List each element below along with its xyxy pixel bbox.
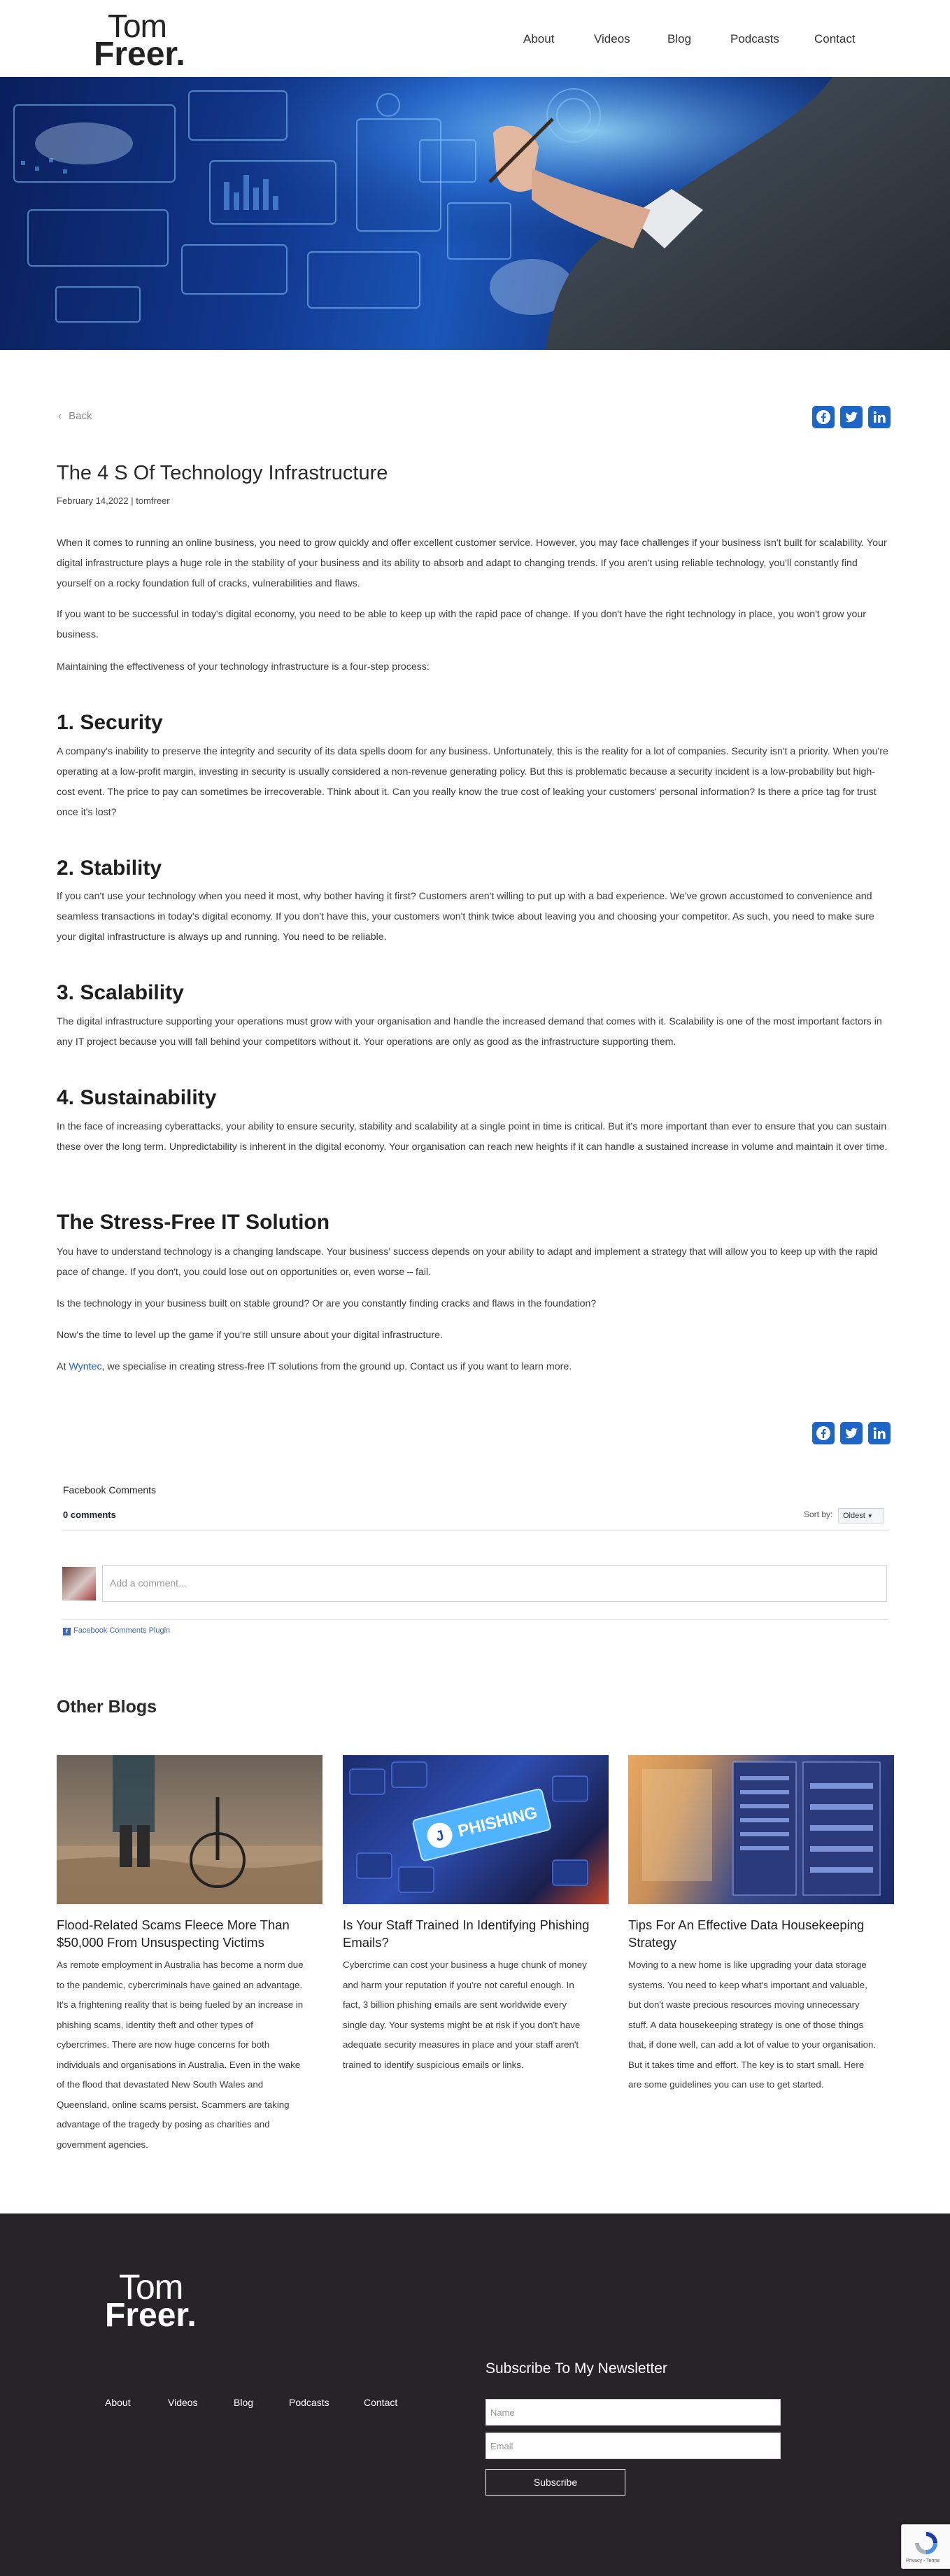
card-title-phishing[interactable]: Is Your Staff Trained In Identifying Phi… [343, 1916, 609, 1951]
chevron-down-icon: ▼ [867, 1513, 873, 1519]
back-link[interactable]: ‹ Back [58, 410, 92, 422]
plugin-label: Facebook Comments Plugin [73, 1626, 171, 1635]
footer-nav-videos[interactable]: Videos [168, 2397, 198, 2408]
closing-suffix: , we specialise in creating stress-free … [101, 1361, 572, 1372]
site-header: Tom Freer. About Videos Blog Podcasts Co… [0, 0, 950, 77]
newsletter-title: Subscribe To My Newsletter [485, 2360, 667, 2377]
email-field[interactable]: Email [485, 2433, 781, 2459]
footer-logo-line-2: Freer. [105, 2297, 197, 2334]
nav-contact[interactable]: Contact [814, 32, 856, 46]
solution-paragraph-1: You have to understand technology is a c… [57, 1246, 878, 1278]
name-field[interactable]: Name [485, 2399, 781, 2426]
nav-about[interactable]: About [523, 32, 554, 46]
recaptcha-icon [915, 2532, 937, 2554]
logo-line-2: Freer. [94, 36, 185, 73]
intro-paragraph-3: Maintaining the effectiveness of your te… [57, 661, 430, 673]
card-title-data[interactable]: Tips For An Effective Data Housekeeping … [628, 1916, 894, 1951]
footer-nav-podcasts[interactable]: Podcasts [289, 2397, 329, 2408]
section-text-sustainability: In the face of increasing cyberattacks, … [57, 1121, 888, 1153]
footer-nav-blog[interactable]: Blog [234, 2397, 253, 2408]
card-text-data: Moving to a new home is like upgrading y… [628, 1959, 877, 2090]
facebook-icon[interactable] [812, 406, 835, 428]
post-meta: February 14,2022 | tomfreer [57, 495, 170, 506]
card-title-flood[interactable]: Flood-Related Scams Fleece More Than $50… [57, 1916, 322, 1951]
intro-paragraph-2: If you want to be successful in today's … [57, 609, 866, 640]
card-image-phishing[interactable]: J PHISHING [343, 1755, 609, 1904]
footer-nav-about[interactable]: About [105, 2397, 131, 2408]
section-text-security: A company's inability to preserve the in… [57, 746, 888, 818]
twitter-icon[interactable] [840, 1422, 863, 1444]
solution-heading: The Stress-Free IT Solution [57, 1211, 330, 1234]
section-text-stability: If you can't use your technology when yo… [57, 891, 874, 943]
back-label: Back [69, 410, 92, 422]
section-heading-stability: 2. Stability [57, 857, 162, 880]
solution-paragraph-2: Is the technology in your business built… [57, 1298, 597, 1309]
subscribe-button[interactable]: Subscribe [485, 2469, 625, 2496]
hero-banner [0, 77, 950, 350]
section-heading-sustainability: 4. Sustainability [57, 1086, 217, 1109]
section-heading-security: 1. Security [57, 711, 163, 734]
card-text-phishing: Cybercrime can cost your business a huge… [343, 1959, 587, 2070]
linkedin-icon[interactable] [868, 406, 891, 428]
sort-label: Sort by: [804, 1509, 833, 1519]
share-buttons-top [812, 406, 891, 430]
closing-prefix: At [57, 1361, 69, 1372]
comments-title: Facebook Comments [63, 1484, 157, 1495]
sort-label-text: Sort by [804, 1509, 831, 1519]
linkedin-icon[interactable] [868, 1422, 891, 1444]
card-image-datacenter[interactable] [628, 1755, 894, 1904]
chevron-left-icon: ‹ [58, 410, 62, 422]
intro-paragraph-1: When it comes to running an online busin… [57, 537, 887, 589]
card-text-flood: As remote employment in Australia has be… [57, 1959, 304, 2150]
other-blogs-title: Other Blogs [57, 1697, 157, 1717]
hero-image [0, 77, 950, 350]
avatar [62, 1567, 96, 1600]
sort-value: Oldest [843, 1512, 865, 1520]
share-buttons-bottom [812, 1422, 891, 1446]
recaptcha-badge[interactable]: Privacy - Terms [901, 2524, 950, 2569]
wyntec-link[interactable]: Wyntec [69, 1361, 101, 1372]
card-image-flood[interactable] [57, 1755, 322, 1904]
twitter-icon[interactable] [840, 406, 863, 428]
comments-count: 0 comments [63, 1509, 116, 1520]
facebook-icon[interactable] [812, 1422, 835, 1444]
nav-podcasts[interactable]: Podcasts [730, 32, 779, 46]
comments-divider-bottom [62, 1619, 888, 1620]
recaptcha-text: Privacy - Terms [906, 2559, 940, 2563]
closing-paragraph: At Wyntec, we specialise in creating str… [57, 1357, 893, 1377]
comments-divider-top [62, 1530, 888, 1531]
section-text-scalability: The digital infrastructure supporting yo… [57, 1016, 882, 1048]
facebook-plugin-link[interactable]: f Facebook Comments Plugin [63, 1626, 170, 1635]
facebook-small-icon: f [63, 1628, 71, 1635]
nav-videos[interactable]: Videos [594, 32, 630, 46]
nav-blog[interactable]: Blog [667, 32, 691, 46]
post-title: The 4 S Of Technology Infrastructure [57, 462, 388, 484]
footer-logo[interactable]: Tom Freer. [105, 2269, 224, 2332]
comment-input[interactable]: Add a comment... [102, 1565, 887, 1602]
site-footer: Tom Freer. About Videos Blog Podcasts Co… [0, 2213, 950, 2576]
section-heading-scalability: 3. Scalability [57, 981, 184, 1004]
solution-paragraph-3: Now's the time to level up the game if y… [57, 1330, 443, 1341]
footer-nav-contact[interactable]: Contact [364, 2397, 397, 2408]
sort-select[interactable]: Oldest ▼ [838, 1508, 884, 1523]
site-logo[interactable]: Tom Freer. [94, 10, 213, 73]
